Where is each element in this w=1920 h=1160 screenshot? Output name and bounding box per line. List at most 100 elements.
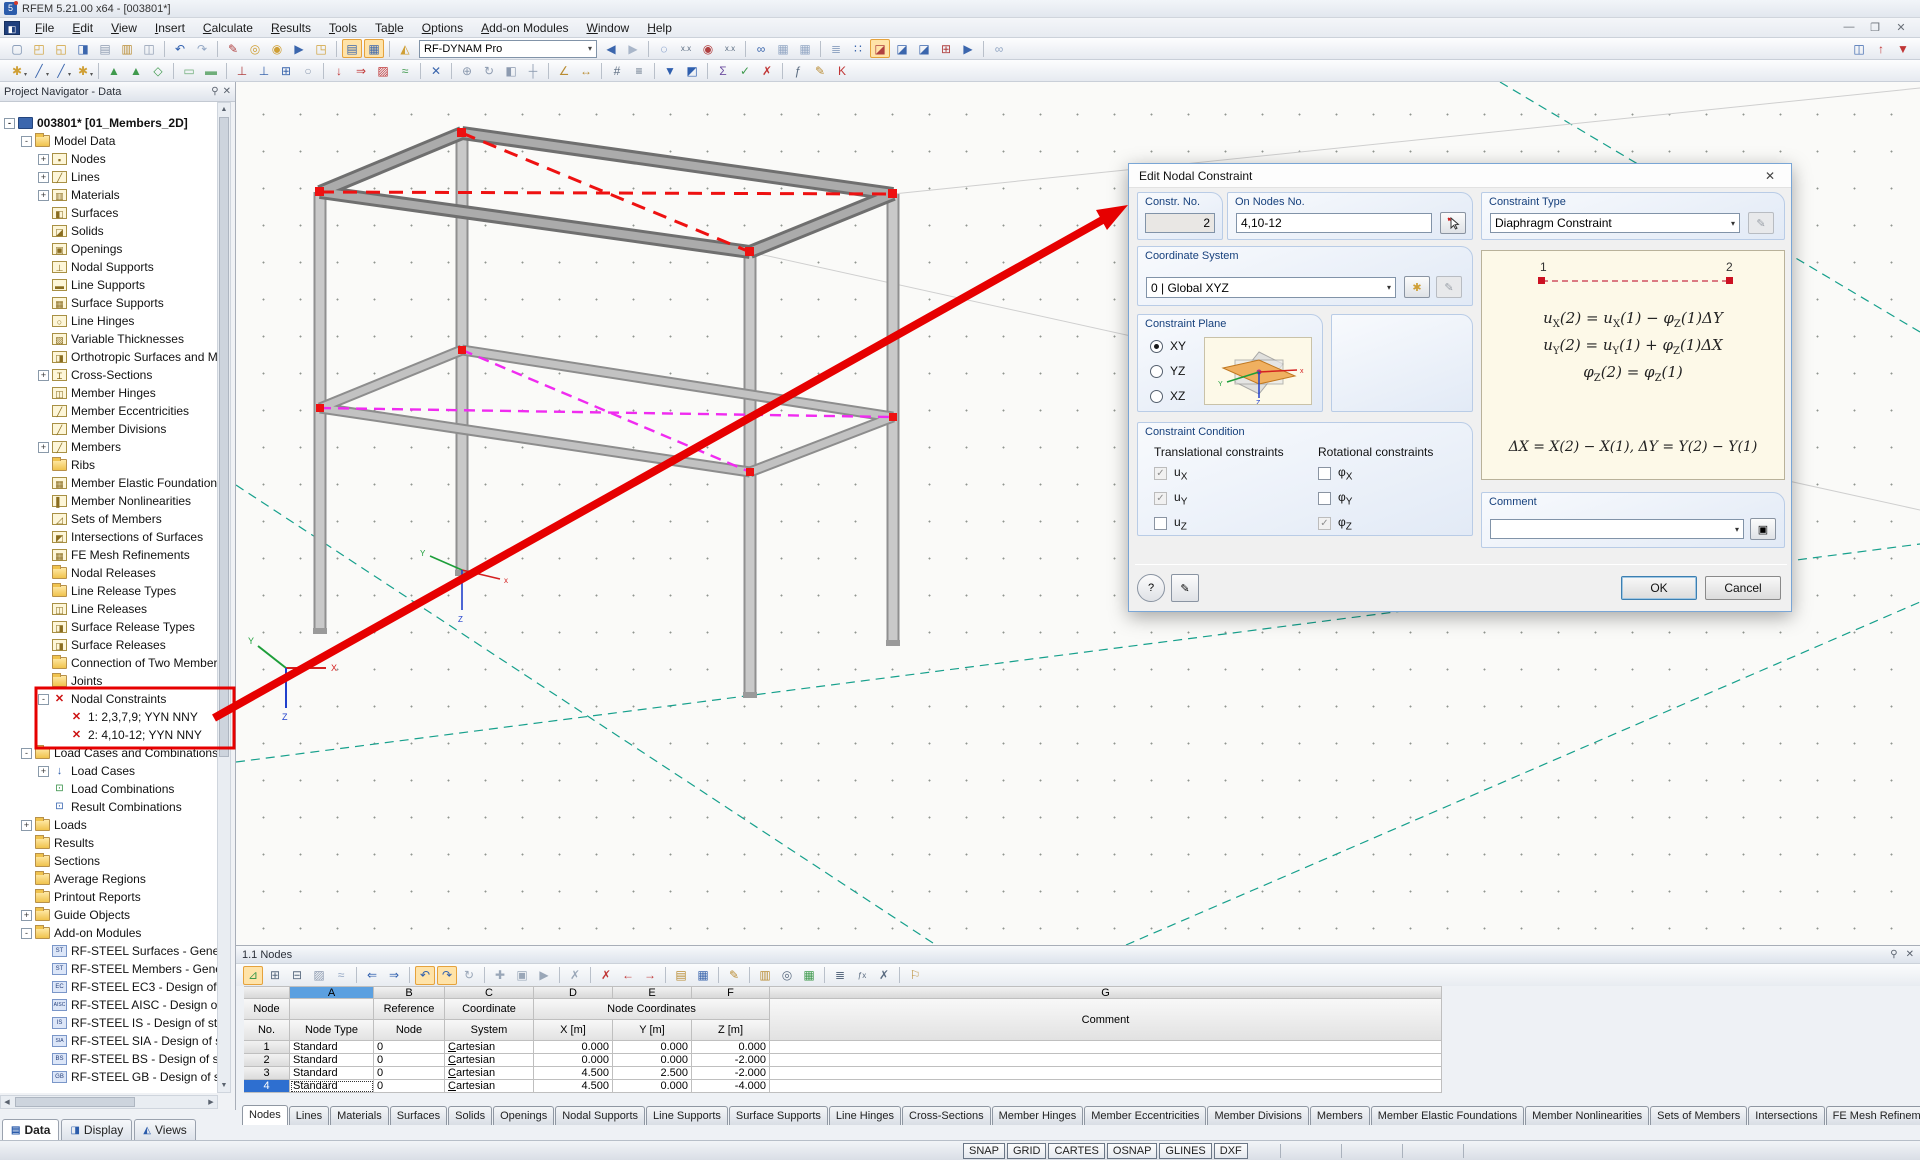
menu-tools[interactable]: Tools	[320, 19, 366, 37]
open-model-icon[interactable]: ◱	[51, 39, 71, 58]
minimize-button[interactable]: —	[1840, 21, 1858, 34]
tree-item-results[interactable]: Results	[0, 834, 218, 852]
pin-icon[interactable]: ⚲	[1890, 949, 1897, 960]
tree-item-load-combinations[interactable]: ⊡ Load Combinations	[0, 780, 218, 798]
menu-add-on-modules[interactable]: Add-on Modules	[472, 19, 577, 37]
add-row-icon[interactable]: ✚	[490, 966, 510, 985]
print-preview-icon[interactable]: ◫	[139, 39, 159, 58]
tree-item-rf-steel-bs-design-of-steel-men[interactable]: BS RF-STEEL BS - Design of steel men	[0, 1050, 218, 1068]
collapse-icon[interactable]: -	[21, 135, 32, 147]
render-model-icon[interactable]: ∞	[751, 39, 771, 58]
export-excel-icon[interactable]: ▦	[799, 966, 819, 985]
table-layout-icon[interactable]: ▦	[364, 39, 384, 58]
menu-insert[interactable]: Insert	[146, 19, 194, 37]
expand-icon[interactable]: +	[38, 189, 49, 201]
tree-item-guide-objects[interactable]: + Guide Objects	[0, 906, 218, 924]
cell-E3[interactable]: 2.500	[613, 1067, 692, 1080]
edit-rotate-view-icon[interactable]: ✎	[223, 39, 243, 58]
result-table-2-icon[interactable]: ▦	[795, 39, 815, 58]
edit-coordinate-system-button[interactable]: ✎	[1436, 276, 1462, 298]
column-letter-E[interactable]: E	[613, 986, 692, 999]
move-grab-icon[interactable]: ≣	[826, 39, 846, 58]
new-surface-load-icon[interactable]: ▨	[373, 61, 393, 80]
next-empty-icon[interactable]: ▶	[534, 966, 554, 985]
refresh-table-icon[interactable]: ↻	[459, 966, 479, 985]
generate-model-icon[interactable]: Σ	[713, 61, 733, 80]
navigator-tab-views[interactable]: ◭ Views	[134, 1119, 196, 1140]
cell-E2[interactable]: 0.000	[613, 1054, 692, 1067]
row-header-3[interactable]: 3	[244, 1067, 290, 1080]
radio-xy[interactable]	[1150, 339, 1163, 353]
row-header-1[interactable]: 1	[244, 1041, 290, 1054]
panel-control-icon[interactable]: ◫	[1849, 39, 1869, 58]
expand-icon[interactable]: +	[38, 153, 49, 165]
column-letter-B[interactable]: B	[374, 986, 445, 999]
table-tab-members[interactable]: Members	[1309, 1106, 1370, 1125]
tree-item-2-4-10-12-yyn-nny[interactable]: ✕ 2: 4,10-12; YYN NNY	[0, 726, 218, 744]
menu-table[interactable]: Table	[366, 19, 413, 37]
tree-item-rf-steel-sia-design-of-steel-me[interactable]: SIA RF-STEEL SIA - Design of steel me	[0, 1032, 218, 1050]
table-tab-nodes[interactable]: Nodes	[242, 1105, 288, 1125]
new-load-icon[interactable]: ↓	[329, 61, 349, 80]
scrollbar-thumb[interactable]	[15, 1097, 135, 1107]
tree-item-nodal-supports[interactable]: ⊥ Nodal Supports	[0, 258, 218, 276]
tree-item-surface-releases[interactable]: ◨ Surface Releases	[0, 636, 218, 654]
tree-item-rf-steel-members-general-stres[interactable]: ST RF-STEEL Members - General stres	[0, 960, 218, 978]
move-right-icon[interactable]: ⇒	[384, 966, 404, 985]
check-φx[interactable]: φX	[1318, 465, 1352, 482]
new-opening-icon[interactable]: ▭	[179, 61, 199, 80]
cell-B2[interactable]: 0	[374, 1054, 445, 1067]
mdi-document-icon[interactable]: ◧	[4, 20, 20, 35]
tree-item-nodal-releases[interactable]: Nodal Releases	[0, 564, 218, 582]
tree-item-member-nonlinearities[interactable]: ▌ Member Nonlinearities	[0, 492, 218, 510]
cell-A4[interactable]: Standard	[290, 1080, 374, 1093]
cell-E4[interactable]: 0.000	[613, 1080, 692, 1093]
cell-F3[interactable]: -2.000	[692, 1067, 770, 1080]
checkbox-unchecked[interactable]	[1318, 467, 1331, 481]
checkbox-unchecked[interactable]	[1154, 517, 1167, 531]
radio-yz[interactable]	[1150, 364, 1163, 378]
table-tab-intersections[interactable]: Intersections	[1748, 1106, 1825, 1125]
module-selector-combobox[interactable]: RF-DYNAM Pro ▾	[419, 39, 597, 58]
delete-row-icon[interactable]: ✗	[596, 966, 616, 985]
check-φy[interactable]: φY	[1318, 490, 1352, 507]
coordinate-system-select[interactable]: 0 | Global XYZ ▾	[1146, 277, 1396, 298]
comment-templates-button[interactable]: ▣	[1750, 518, 1776, 540]
search-table-icon[interactable]: ◎	[777, 966, 797, 985]
save-model-icon[interactable]: ◨	[73, 39, 93, 58]
tree-item-surfaces[interactable]: ◧ Surfaces	[0, 204, 218, 222]
tree-item-load-cases-and-combinations[interactable]: - Load Cases and Combinations	[0, 744, 218, 762]
scroll-down-icon[interactable]: ▼	[218, 1079, 230, 1092]
tree-item-rf-steel-surfaces-general-stress[interactable]: ST RF-STEEL Surfaces - General stress	[0, 942, 218, 960]
tree-item-rf-steel-ec3-design-of-steel-me[interactable]: EC RF-STEEL EC3 - Design of steel me	[0, 978, 218, 996]
table-tab-surface-supports[interactable]: Surface Supports	[728, 1106, 828, 1125]
expand-icon[interactable]: +	[38, 441, 49, 453]
checkbox-checked[interactable]: ✓	[1154, 492, 1167, 506]
column-letter-A[interactable]: A	[290, 986, 374, 999]
cell-A1[interactable]: Standard	[290, 1041, 374, 1054]
new-node-icon[interactable]: ✱ ▾	[7, 61, 27, 80]
new-line-support-icon[interactable]: ⊥	[254, 61, 274, 80]
table-tab-cross-sections[interactable]: Cross-Sections	[902, 1106, 991, 1125]
checkbox-checked[interactable]: ✓	[1154, 467, 1167, 481]
tree-item-load-cases[interactable]: + ↓ Load Cases	[0, 762, 218, 780]
plane-option-xz[interactable]: XZ	[1150, 389, 1185, 403]
table-tab-sets-of-members[interactable]: Sets of Members	[1650, 1106, 1748, 1125]
cell-G1[interactable]	[770, 1041, 1442, 1054]
scroll-right-icon[interactable]: ▶	[205, 1096, 217, 1109]
tree-item-sections[interactable]: Sections	[0, 852, 218, 870]
new-hinge-icon[interactable]: ○	[298, 61, 318, 80]
table-tab-materials[interactable]: Materials	[330, 1106, 389, 1125]
pin-icon[interactable]: ⚲	[211, 86, 218, 97]
tree-item-nodes[interactable]: + ▪ Nodes	[0, 150, 218, 168]
mirror-icon[interactable]: ◧	[501, 61, 521, 80]
table-tab-fe-mesh-refinements[interactable]: FE Mesh Refinements	[1825, 1106, 1920, 1125]
tree-item-rf-steel-is-design-of-steel-mem[interactable]: IS RF-STEEL IS - Design of steel mem	[0, 1014, 218, 1032]
table-tab-member-nonlinearities[interactable]: Member Nonlinearities	[1525, 1106, 1650, 1125]
table-filter-icon[interactable]: ▼	[660, 61, 680, 80]
show-values-icon[interactable]: x.x	[720, 39, 740, 58]
cell-F2[interactable]: -2.000	[692, 1054, 770, 1067]
dialog-close-icon[interactable]: ✕	[1759, 169, 1781, 183]
tree-horizontal-scrollbar[interactable]: ◀ ▶	[0, 1095, 218, 1109]
radio-xz[interactable]	[1150, 389, 1163, 403]
